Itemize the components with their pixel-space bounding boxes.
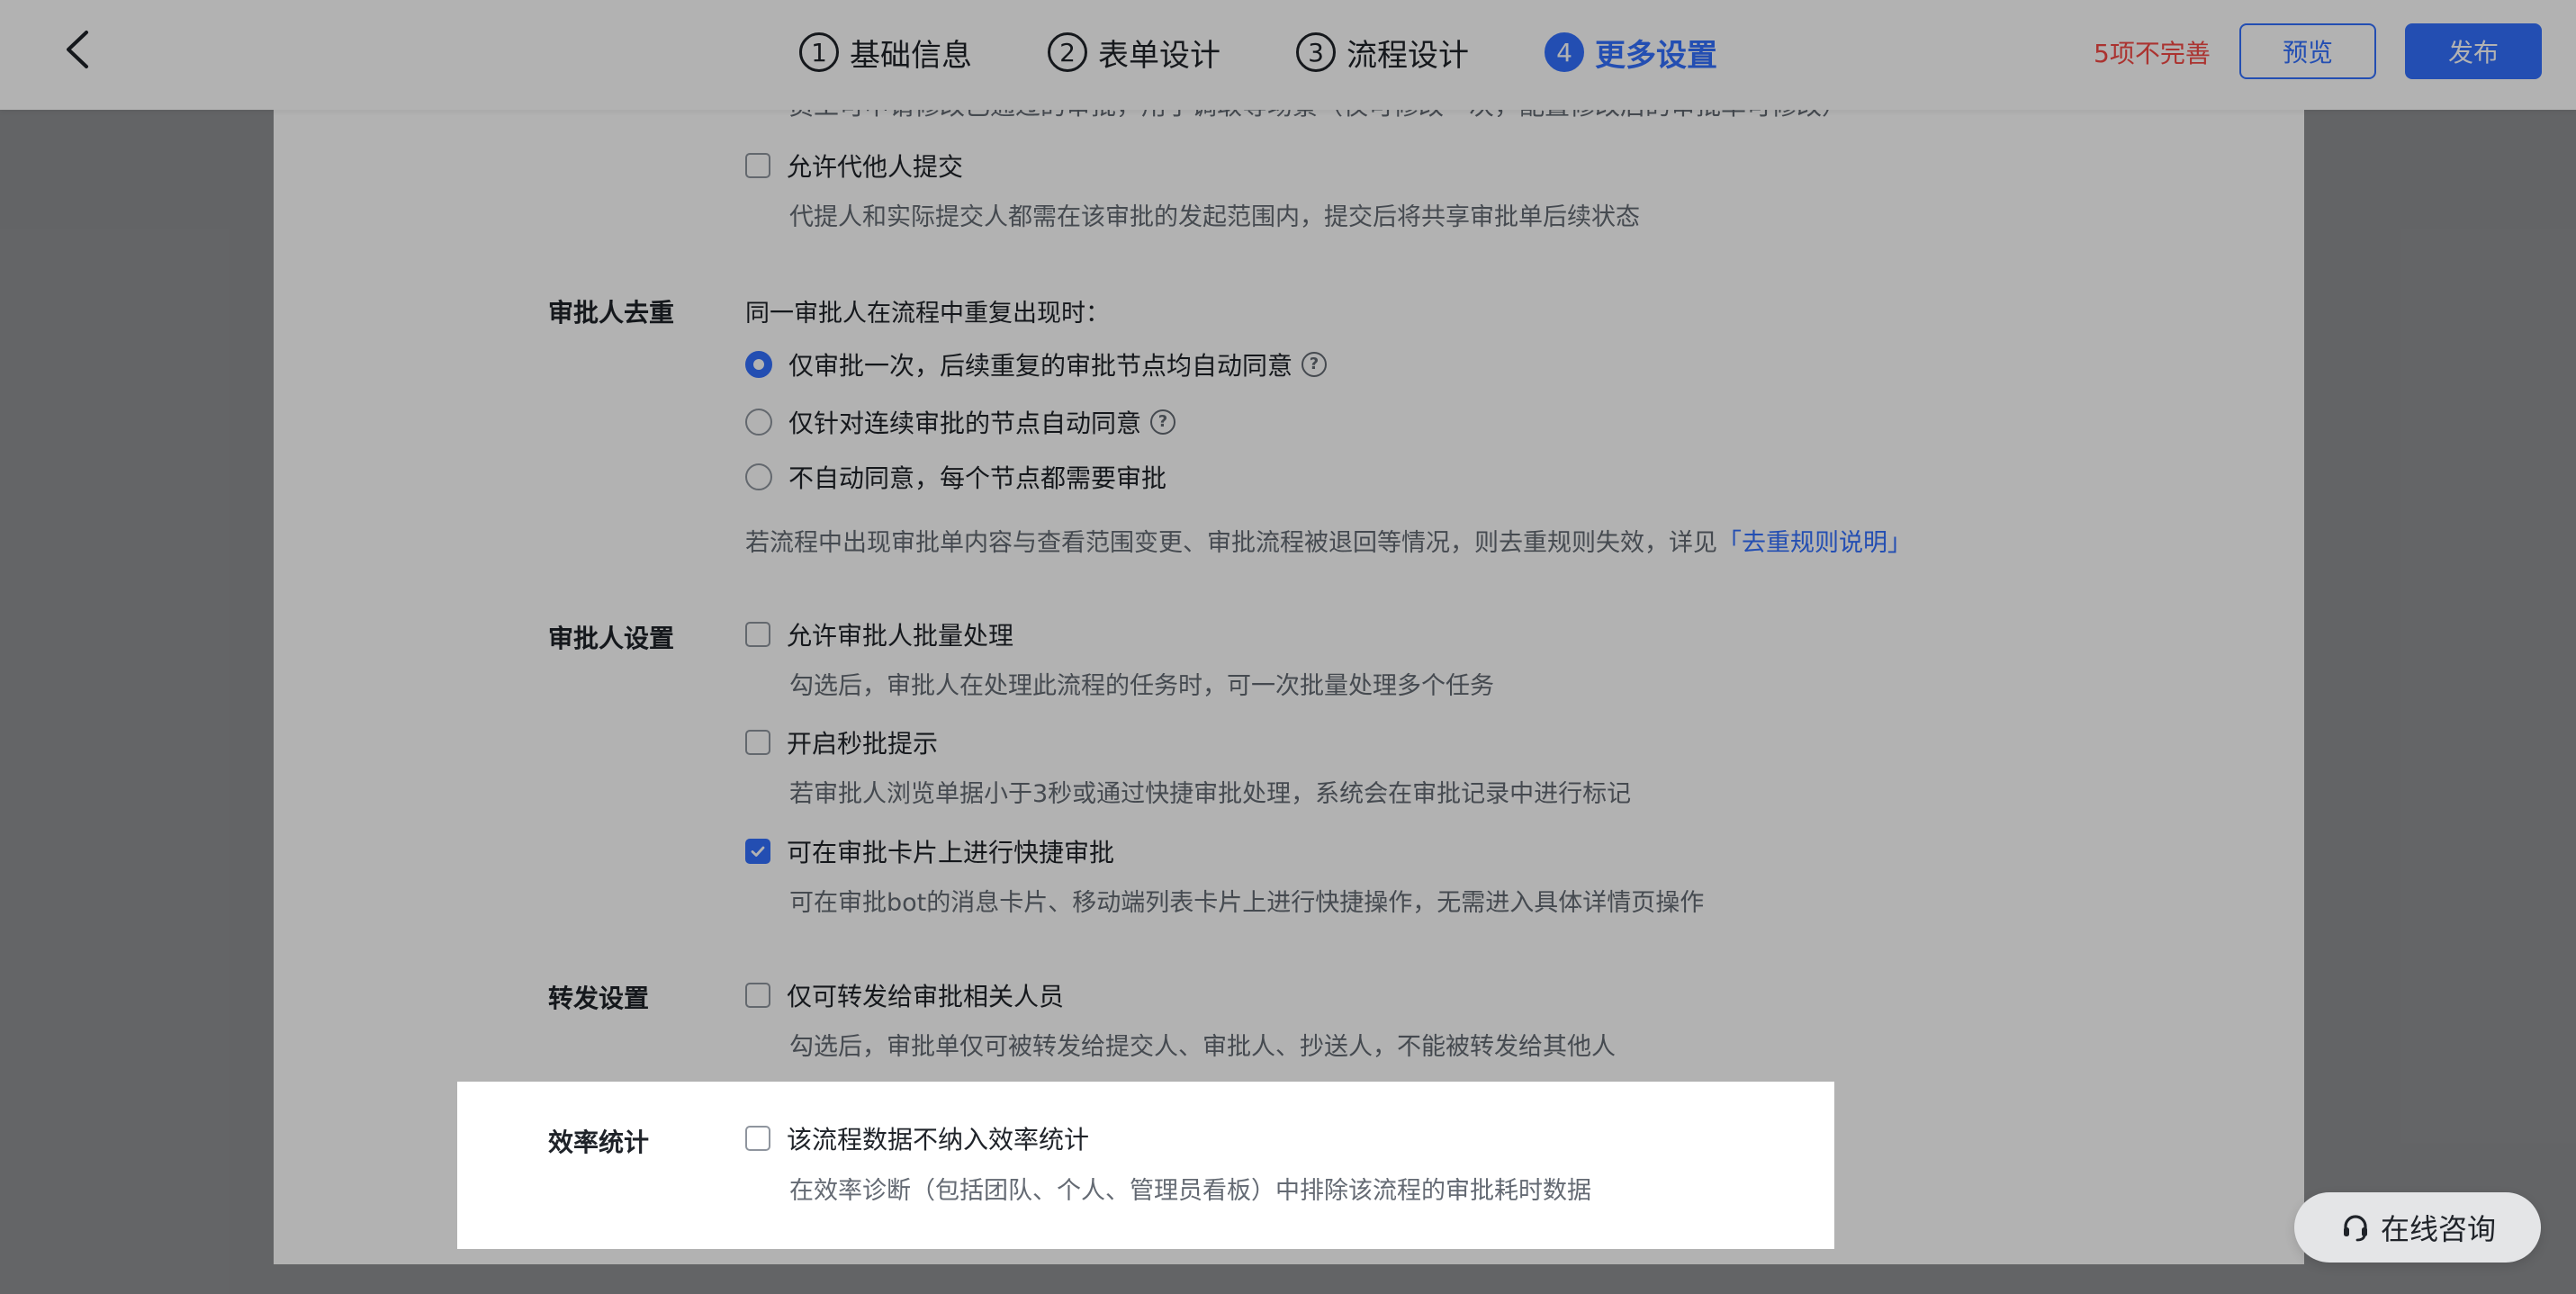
forward-related-option[interactable]: 仅可转发给审批相关人员: [745, 979, 1064, 1011]
step-number-active: 4: [1545, 32, 1584, 72]
forward-section-label: 转发设置: [548, 984, 650, 1013]
question-circle-icon[interactable]: ?: [1150, 409, 1176, 435]
checkmark-icon: [751, 846, 765, 857]
dedup-option-consecutive[interactable]: 仅针对连续审批的节点自动同意 ?: [745, 406, 1176, 438]
back-button[interactable]: [54, 27, 99, 72]
batch-process-description: 勾选后，审批人在处理此流程的任务时，可一次批量处理多个任务: [789, 672, 1494, 700]
dedup-option-none[interactable]: 不自动同意，每个节点都需要审批: [745, 461, 1166, 493]
dedup-option-consecutive-label: 仅针对连续审批的节点自动同意: [788, 409, 1142, 438]
headset-icon: [2343, 1215, 2367, 1242]
step-label: 表单设计: [1098, 37, 1220, 74]
dedup-radio-none[interactable]: [745, 463, 772, 490]
batch-process-option[interactable]: 允许审批人批量处理: [745, 618, 1013, 651]
efficiency-highlight: [457, 1082, 1834, 1249]
step-form-design[interactable]: 2 表单设计: [1048, 31, 1220, 75]
allow-proxy-label: 允许代他人提交: [787, 152, 964, 182]
dedup-radio-once[interactable]: [745, 351, 772, 378]
preview-button[interactable]: 预览: [2239, 23, 2376, 79]
forward-related-checkbox[interactable]: [745, 983, 770, 1008]
quick-approve-hint-option[interactable]: 开启秒批提示: [745, 726, 938, 759]
top-header: 1 基础信息 2 表单设计 3 流程设计 4 更多设置 5项不完善 预览 发布: [0, 0, 2576, 110]
card-approve-option[interactable]: 可在审批卡片上进行快捷审批: [745, 835, 1114, 867]
allow-proxy-submit-option[interactable]: 允许代他人提交: [745, 149, 963, 182]
exclude-efficiency-option[interactable]: 该流程数据不纳入效率统计: [745, 1122, 1089, 1155]
step-number: 2: [1048, 32, 1087, 72]
batch-process-checkbox[interactable]: [745, 622, 770, 647]
forward-related-description: 勾选后，审批单仅可被转发给提交人、审批人、抄送人，不能被转发给其他人: [789, 1033, 1616, 1061]
card-approve-label: 可在审批卡片上进行快捷审批: [787, 838, 1115, 867]
dedup-note: 若流程中出现审批单内容与查看范围变更、审批流程被退回等情况，则去重规则失效，详见…: [745, 523, 1912, 558]
exclude-efficiency-label: 该流程数据不纳入效率统计: [787, 1125, 1090, 1155]
incomplete-warning[interactable]: 5项不完善: [2094, 34, 2211, 70]
dedup-note-text: 若流程中出现审批单内容与查看范围变更、审批流程被退回等情况，则去重规则失效，详见: [745, 529, 1717, 557]
dedup-option-once-label: 仅审批一次，后续重复的审批节点均自动同意: [788, 351, 1293, 381]
quick-approve-hint-description: 若审批人浏览单据小于3秒或通过快捷审批处理，系统会在审批记录中进行标记: [789, 780, 1632, 808]
publish-button[interactable]: 发布: [2405, 23, 2542, 79]
batch-process-label: 允许审批人批量处理: [787, 621, 1014, 651]
step-more-settings[interactable]: 4 更多设置: [1545, 31, 1717, 75]
step-flow-design[interactable]: 3 流程设计: [1296, 31, 1469, 75]
step-label: 流程设计: [1347, 37, 1469, 74]
dedup-intro: 同一审批人在流程中重复出现时：: [745, 300, 1110, 328]
step-label: 基础信息: [850, 37, 972, 74]
step-number: 1: [799, 32, 839, 72]
online-consult-label: 在线咨询: [2380, 1212, 2496, 1246]
dedup-radio-consecutive[interactable]: [745, 409, 772, 436]
step-navigator: 1 基础信息 2 表单设计 3 流程设计 4 更多设置: [799, 27, 1717, 77]
exclude-efficiency-checkbox[interactable]: [745, 1126, 770, 1151]
step-label-active: 更多设置: [1595, 37, 1717, 74]
online-consult-button[interactable]: 在线咨询: [2294, 1192, 2541, 1263]
approver-section-label: 审批人设置: [548, 624, 675, 653]
step-number: 3: [1296, 32, 1336, 72]
quick-approve-hint-label: 开启秒批提示: [787, 729, 939, 759]
card-approve-description: 可在审批bot的消息卡片、移动端列表卡片上进行快捷操作，无需进入具体详情页操作: [789, 889, 1705, 917]
dedup-option-once[interactable]: 仅审批一次，后续重复的审批节点均自动同意 ?: [745, 348, 1328, 381]
allow-proxy-description: 代提人和实际提交人都需在该审批的发起范围内，提交后将共享审批单后续状态: [789, 203, 1640, 231]
step-basic-info[interactable]: 1 基础信息: [799, 31, 972, 75]
forward-related-label: 仅可转发给审批相关人员: [787, 982, 1065, 1011]
allow-proxy-checkbox[interactable]: [745, 153, 770, 178]
quick-approve-hint-checkbox[interactable]: [745, 730, 770, 755]
dedup-section-label: 审批人去重: [548, 298, 675, 328]
chevron-left-icon: [67, 31, 88, 68]
dedup-option-none-label: 不自动同意，每个节点都需要审批: [788, 463, 1167, 493]
dedup-rules-link[interactable]: 「去重规则说明」: [1717, 529, 1912, 557]
card-approve-checkbox[interactable]: [745, 839, 770, 864]
question-circle-icon[interactable]: ?: [1302, 352, 1328, 377]
efficiency-section-label: 效率统计: [548, 1128, 650, 1157]
exclude-efficiency-description: 在效率诊断（包括团队、个人、管理员看板）中排除该流程的审批耗时数据: [789, 1177, 1591, 1205]
